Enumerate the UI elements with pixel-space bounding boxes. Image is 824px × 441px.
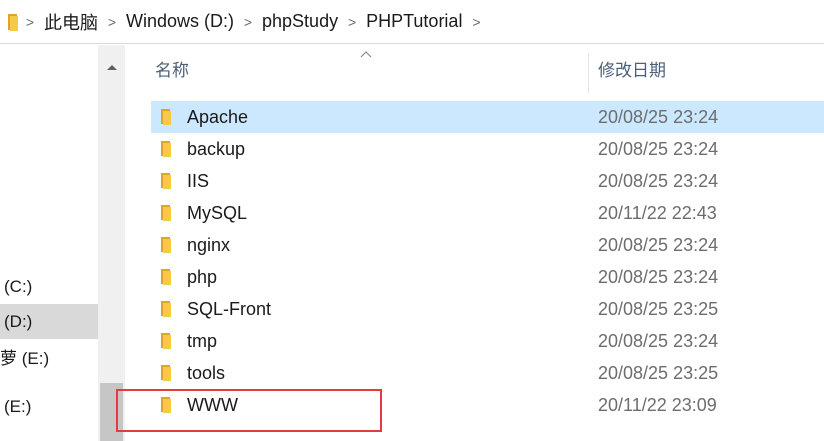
file-date-modified: 20/08/25 23:25 [598,363,719,383]
chevron-up-icon[interactable] [98,45,125,89]
folder-icon [160,332,172,350]
file-name: MySQL [187,203,248,223]
breadcrumb-drive-d[interactable]: Windows (D:) [123,9,237,34]
nav-item-drive-e[interactable]: (E:) [0,389,98,424]
file-row[interactable]: MySQL 20/11/22 22:43 [151,197,824,229]
folder-icon [160,108,172,126]
file-row[interactable]: IIS 20/08/25 23:24 [151,165,824,197]
file-date-modified: 20/08/25 23:24 [598,139,719,159]
file-row[interactable]: tmp 20/08/25 23:24 [151,325,824,357]
chevron-right-icon[interactable]: > [237,14,259,30]
nav-item-drive-d[interactable]: (D:) [0,304,98,339]
file-row[interactable]: WWW 20/11/22 23:09 [151,389,824,421]
folder-icon [160,236,172,254]
nav-scrollbar[interactable] [98,45,125,441]
folder-icon [160,364,172,382]
column-header-date-modified[interactable]: 修改日期 [598,45,666,97]
nav-item-label: 萝 (E:) [0,349,50,368]
file-name: SQL-Front [187,299,272,319]
file-date-modified: 20/08/25 23:24 [598,107,719,127]
chevron-right-icon[interactable]: > [465,14,487,30]
file-row[interactable]: Apache 20/08/25 23:24 [151,101,824,133]
folder-icon [160,172,172,190]
file-name: WWW [187,395,238,415]
nav-item-drive-c[interactable]: (C:) [0,269,98,304]
file-date-modified: 20/08/25 23:24 [598,331,719,351]
breadcrumb-phpstudy[interactable]: phpStudy [259,9,341,34]
file-row[interactable]: php 20/08/25 23:24 [151,261,824,293]
nav-item-drive-e-cd[interactable]: 萝 (E:) [0,341,98,376]
file-date-modified: 20/08/25 23:24 [598,235,719,255]
folder-icon [7,12,19,32]
column-header-name[interactable]: 名称 [155,45,189,97]
navigation-pane: (C:) (D:) 萝 (E:) (E:) [0,45,98,441]
file-name: Apache [187,107,249,127]
nav-item-label: (C:) [4,277,33,296]
column-divider[interactable] [588,53,589,93]
folder-icon [160,140,172,158]
file-name: php [187,267,218,287]
folder-icon [160,300,172,318]
file-date-modified: 20/08/25 23:24 [598,171,719,191]
file-date-modified: 20/08/25 23:24 [598,267,719,287]
file-date-modified: 20/11/22 23:09 [598,395,717,415]
file-name: backup [187,139,246,159]
file-name: tmp [187,331,218,351]
file-explorer-window: > 此电脑 > Windows (D:) > phpStudy > PHPTut… [0,0,824,441]
scroll-thumb[interactable] [100,383,123,441]
file-row[interactable]: tools 20/08/25 23:25 [151,357,824,389]
chevron-right-icon[interactable]: > [101,14,123,30]
file-date-modified: 20/11/22 22:43 [598,203,717,223]
breadcrumb-this-pc[interactable]: 此电脑 [41,7,101,37]
breadcrumb-phptutorial[interactable]: PHPTutorial [363,9,465,34]
file-name: IIS [187,171,210,191]
file-date-modified: 20/08/25 23:25 [598,299,719,319]
nav-item-label: (E:) [4,397,32,416]
file-name: nginx [187,235,231,255]
chevron-right-icon[interactable]: > [19,14,41,30]
folder-icon [160,396,172,414]
file-row[interactable]: SQL-Front 20/08/25 23:25 [151,293,824,325]
sort-ascending-icon [359,46,373,58]
file-name: tools [187,363,226,383]
folder-icon [160,268,172,286]
folder-icon [160,204,172,222]
file-row[interactable]: nginx 20/08/25 23:24 [151,229,824,261]
file-row[interactable]: backup 20/08/25 23:24 [151,133,824,165]
address-bar[interactable]: > 此电脑 > Windows (D:) > phpStudy > PHPTut… [0,0,824,44]
nav-item-label: (D:) [4,312,33,331]
chevron-right-icon[interactable]: > [341,14,363,30]
